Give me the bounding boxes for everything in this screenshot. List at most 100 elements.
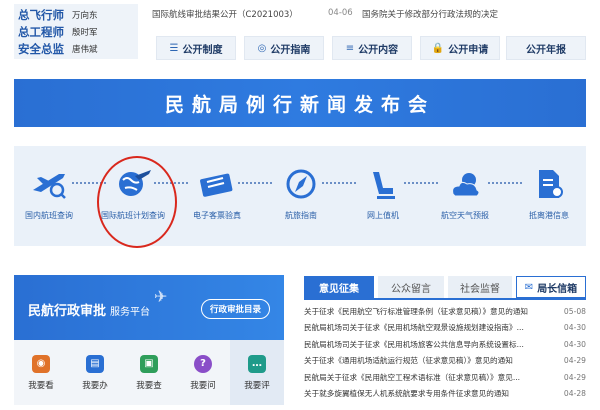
approval-item-label: 我要看 (28, 380, 54, 391)
official-title: 总飞行师 (18, 7, 64, 22)
form-icon: ▤ (86, 354, 104, 373)
approval-item-label: 我要办 (82, 380, 108, 391)
top-news: 国际航线审批结果公开（C2021003） 04-06 国务院关于修改部分行政法规… (152, 4, 592, 24)
list-item-date: 04-30 (563, 339, 586, 349)
consultation-tabs: 意见征集 公众留言 社会监督 ✉ 局长信箱 (304, 276, 586, 298)
service-label: 航空天气预报 (441, 211, 489, 220)
question-icon: ? (194, 354, 212, 373)
button-label: 公开内容 (358, 44, 399, 56)
ticket-icon (197, 164, 237, 204)
list-item-date: 04-28 (563, 389, 586, 399)
chat-icon: … (248, 354, 266, 373)
tab-director-mailbox[interactable]: ✉ 局长信箱 (516, 276, 586, 298)
approval-item-ask[interactable]: ? 我要问 (176, 340, 230, 405)
public-request-button[interactable]: 🔒 公开申请 (420, 36, 500, 60)
approval-title-main: 民航行政审批 (28, 304, 107, 319)
list-item[interactable]: 民航局机场司关于征求《民用机场航空观景设施规划建设指南》... 04-30 (304, 320, 586, 337)
mail-icon: ✉ (524, 281, 534, 293)
official-name[interactable]: 万向东 (72, 9, 98, 21)
approval-subtitle: 服务平台 (110, 307, 151, 318)
tab-public-messages[interactable]: 公众留言 (378, 276, 444, 298)
official-title: 安全总监 (18, 41, 64, 56)
list-item-date: 04-29 (563, 372, 586, 382)
approval-item-check[interactable]: ▣ 我要查 (122, 340, 176, 405)
approval-items: ◉ 我要看 ▤ 我要办 ▣ 我要查 ? 我要问 … 我要评 (14, 340, 284, 405)
list-item-title: 民航局关于征求《民用航空工程术语标准（征求意见稿）》意见... (304, 372, 521, 382)
list-item-title: 关于征求《通用机场适航运行规范（征求意见稿）》意见的通知 (304, 356, 513, 366)
approval-item-label: 我要查 (136, 380, 162, 391)
official-title: 总工程师 (18, 24, 64, 39)
service-label: 国内航班查询 (25, 211, 73, 220)
document-icon (529, 164, 569, 204)
news-link[interactable]: 国务院关于修改部分行政法规的决定 (362, 8, 498, 20)
list-item-date: 05-08 (563, 306, 586, 316)
service-travel-guide[interactable]: 航旅指南 (266, 164, 336, 234)
tab-underline (304, 298, 586, 300)
list-item-date: 04-30 (563, 323, 586, 333)
list-icon: ☰ (169, 42, 179, 54)
news-date: 04-06 (328, 8, 353, 18)
list-item[interactable]: 民航局关于征求《民用航空工程术语标准（征求意见稿）》意见... 04-29 (304, 369, 586, 386)
press-conference-banner[interactable]: 民航局例行新闻发布会 (14, 79, 586, 127)
weather-icon (445, 164, 485, 204)
service-label: 电子客票验真 (193, 211, 241, 220)
public-guide-button[interactable]: ◎ 公开指南 (244, 36, 324, 60)
tab-supervision[interactable]: 社会监督 (448, 276, 512, 298)
approval-title: 民航行政审批 服务平台 (28, 300, 150, 319)
approval-header: ✈ 民航行政审批 服务平台 行政审批目录 (14, 275, 284, 340)
consultation-list: 关于征求《民用航空飞行标准管理条例（征求意见稿）》意见的通知 05-08 民航局… (304, 303, 586, 402)
button-label: 公开制度 (182, 44, 223, 56)
approval-item-label: 我要评 (244, 380, 270, 391)
compass-icon (281, 164, 321, 204)
list-item[interactable]: 关于就多旋翼植保无人机系统航要求专用条件征求意见的通知 04-28 (304, 386, 586, 403)
eye-icon: ◉ (32, 354, 50, 373)
service-arrival-departure[interactable]: 抵离港信息 (514, 164, 584, 234)
button-label: 公开申请 (448, 44, 489, 56)
official-name[interactable]: 殷时军 (72, 26, 98, 38)
service-online-checkin[interactable]: 网上值机 (348, 164, 418, 234)
service-e-ticket[interactable]: 电子客票验真 (182, 164, 252, 234)
lock-icon: 🔒 (431, 42, 445, 54)
public-annual-report-button[interactable]: 公开年报 (506, 36, 586, 60)
button-label: 公开指南 (270, 44, 311, 56)
menu-icon: ≡ (345, 42, 355, 54)
service-domestic-flight[interactable]: 国内航班查询 (14, 164, 84, 234)
service-aviation-weather[interactable]: 航空天气预报 (430, 164, 500, 234)
highlight-circle (97, 156, 177, 248)
list-item[interactable]: 关于征求《民用航空飞行标准管理条例（征求意见稿）》意见的通知 05-08 (304, 303, 586, 320)
admin-approval-panel: ✈ 民航行政审批 服务平台 行政审批目录 ◉ 我要看 ▤ 我要办 ▣ 我要查 ? … (14, 275, 284, 405)
public-info-buttons: ☰ 公开制度 ◎ 公开指南 ≡ 公开内容 🔒 公开申请 公开年报 (150, 36, 590, 60)
tab-consultation[interactable]: 意见征集 (304, 276, 374, 298)
public-content-button[interactable]: ≡ 公开内容 (332, 36, 412, 60)
list-item[interactable]: 关于征求《通用机场适航运行规范（征求意见稿）》意见的通知 04-29 (304, 353, 586, 370)
banner-title: 民航局例行新闻发布会 (164, 93, 435, 116)
tab-label: 局长信箱 (537, 283, 578, 295)
approval-item-rate[interactable]: … 我要评 (230, 340, 284, 405)
list-item-title: 民航局机场司关于征求《民用机场航空观景设施规划建设指南》... (304, 323, 524, 333)
official-row: 总工程师 殷时军 (14, 23, 138, 40)
official-row: 总飞行师 万向东 (14, 6, 138, 23)
approval-item-apply[interactable]: ▤ 我要办 (68, 340, 122, 405)
service-label: 航旅指南 (285, 211, 317, 220)
target-icon: ◎ (257, 42, 267, 54)
service-label: 网上值机 (367, 211, 399, 220)
list-item-title: 关于征求《民用航空飞行标准管理条例（征求意见稿）》意见的通知 (304, 306, 529, 316)
plane-icon: ✈ (154, 287, 168, 306)
approval-item-view[interactable]: ◉ 我要看 (14, 340, 68, 405)
seat-icon (363, 164, 403, 204)
news-link[interactable]: 国际航线审批结果公开（C2021003） (152, 8, 298, 20)
button-label: 公开年报 (526, 44, 566, 56)
approval-item-label: 我要问 (190, 380, 216, 391)
list-item-title: 关于就多旋翼植保无人机系统航要求专用条件征求意见的通知 (304, 389, 510, 399)
official-row: 安全总监 唐伟斌 (14, 40, 138, 57)
official-name[interactable]: 唐伟斌 (72, 43, 98, 55)
officials-panel: 总飞行师 万向东 总工程师 殷时军 安全总监 唐伟斌 (14, 4, 138, 59)
list-item[interactable]: 民航局机场司关于征求《民用机场旅客公共信息导向系统设置标... 04-30 (304, 336, 586, 353)
public-system-button[interactable]: ☰ 公开制度 (156, 36, 236, 60)
list-item-title: 民航局机场司关于征求《民用机场旅客公共信息导向系统设置标... (304, 339, 524, 349)
list-item-date: 04-29 (563, 356, 586, 366)
approval-catalog-button[interactable]: 行政审批目录 (200, 299, 270, 319)
plane-search-icon (29, 164, 69, 204)
service-label: 抵离港信息 (529, 211, 569, 220)
search-doc-icon: ▣ (140, 354, 158, 373)
